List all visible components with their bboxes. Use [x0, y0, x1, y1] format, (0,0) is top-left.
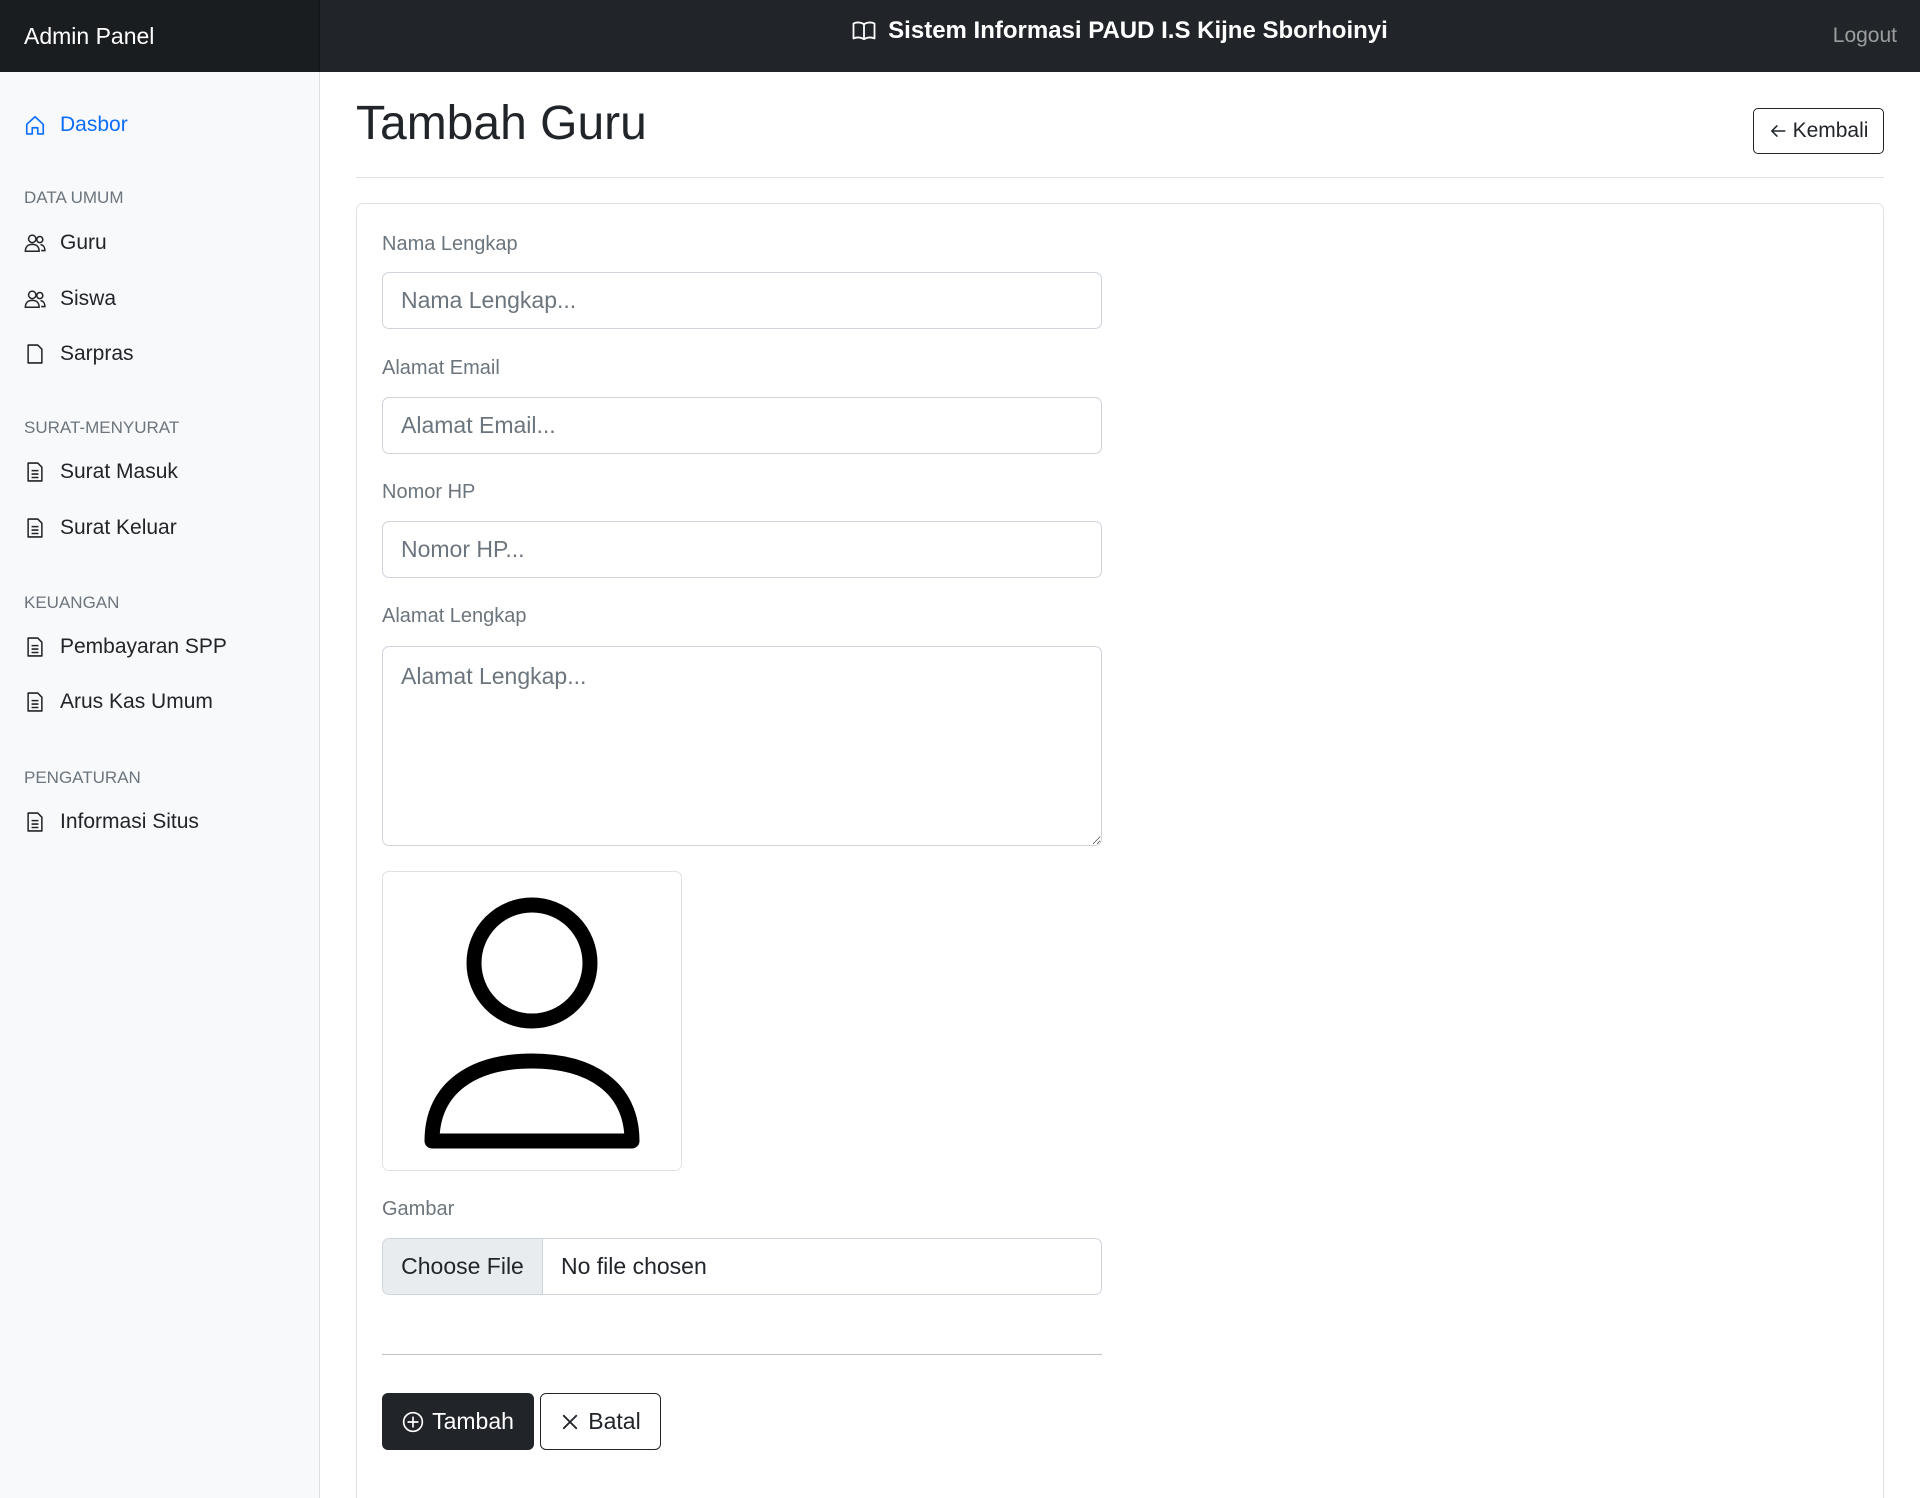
phone-input[interactable] [382, 521, 1102, 578]
file-icon [27, 344, 43, 364]
sidebar-heading-surat-menyurat: SURAT-MENYURAT [24, 418, 180, 437]
sidebar-item-label: Surat Keluar [60, 516, 177, 539]
site-title-text: Sistem Informasi PAUD I.S Kijne Sborhoin… [888, 17, 1388, 44]
sidebar-item-surat-keluar[interactable]: Surat Keluar [24, 508, 177, 548]
file-text-icon [27, 812, 43, 832]
logout-link[interactable]: Logout [1833, 0, 1897, 72]
name-label: Nama Lengkap [382, 233, 518, 255]
sidebar-item-surat-masuk[interactable]: Surat Masuk [24, 452, 178, 492]
arrow-left-icon [1770, 125, 1786, 137]
file-status: No file chosen [561, 1253, 707, 1279]
sidebar-item-dasbor[interactable]: Dasbor [24, 105, 128, 145]
sidebar-item-guru[interactable]: Guru [24, 223, 107, 263]
brand[interactable]: Admin Panel [0, 0, 320, 72]
image-label: Gambar [382, 1198, 455, 1220]
back-button[interactable]: Kembali [1753, 108, 1884, 154]
address-textarea[interactable] [382, 646, 1102, 846]
sidebar-item-siswa[interactable]: Siswa [24, 279, 116, 319]
sidebar-item-label: Dasbor [60, 113, 128, 136]
cancel-button-label: Batal [588, 1408, 641, 1434]
top-navbar: Admin Panel Sistem Informasi PAUD I.S Ki… [0, 0, 1920, 72]
plus-circle-icon [402, 1411, 424, 1432]
people-icon [24, 234, 46, 253]
close-icon [563, 1414, 578, 1429]
sidebar-item-label: Sarpras [60, 342, 134, 365]
phone-label: Nomor HP [382, 481, 476, 503]
choose-file-button[interactable]: Choose File [383, 1239, 543, 1294]
book-icon [852, 21, 876, 41]
file-text-icon [27, 462, 43, 482]
email-label: Alamat Email [382, 357, 500, 379]
sidebar-item-label: Surat Masuk [60, 460, 178, 483]
sidebar-item-pembayaran-spp[interactable]: Pembayaran SPP [24, 627, 227, 667]
person-icon [424, 897, 640, 1149]
home-icon [25, 115, 45, 135]
page-title: Tambah Guru [356, 97, 647, 150]
file-text-icon [27, 518, 43, 538]
people-icon [24, 290, 46, 309]
sidebar-heading-data-umum: DATA UMUM [24, 188, 124, 207]
sidebar-item-label: Guru [60, 231, 107, 254]
sidebar: Dasbor DATA UMUM Guru Siswa Sarpras SURA… [0, 72, 320, 1498]
submit-button-label: Tambah [432, 1408, 514, 1434]
site-title: Sistem Informasi PAUD I.S Kijne Sborhoin… [320, 0, 1920, 62]
avatar-preview [382, 871, 682, 1171]
file-text-icon [27, 637, 43, 657]
sidebar-item-label: Pembayaran SPP [60, 635, 227, 658]
image-file-input[interactable]: Choose File No file chosen [382, 1238, 1102, 1295]
sidebar-item-label: Arus Kas Umum [60, 690, 213, 713]
back-button-label: Kembali [1792, 119, 1869, 142]
sidebar-item-sarpras[interactable]: Sarpras [24, 334, 134, 374]
file-text-icon [27, 692, 43, 712]
sidebar-heading-keuangan: KEUANGAN [24, 593, 120, 612]
sidebar-item-label: Informasi Situs [60, 810, 199, 833]
cancel-button[interactable]: Batal [540, 1393, 661, 1450]
sidebar-heading-pengaturan: PENGATURAN [24, 768, 141, 787]
submit-button[interactable]: Tambah [382, 1393, 534, 1450]
sidebar-item-informasi-situs[interactable]: Informasi Situs [24, 802, 199, 842]
email-input[interactable] [382, 397, 1102, 454]
address-label: Alamat Lengkap [382, 605, 527, 627]
sidebar-item-label: Siswa [60, 287, 117, 310]
divider [382, 1354, 1102, 1355]
divider [356, 177, 1884, 178]
sidebar-item-arus-kas-umum[interactable]: Arus Kas Umum [24, 682, 213, 722]
name-input[interactable] [382, 272, 1102, 329]
